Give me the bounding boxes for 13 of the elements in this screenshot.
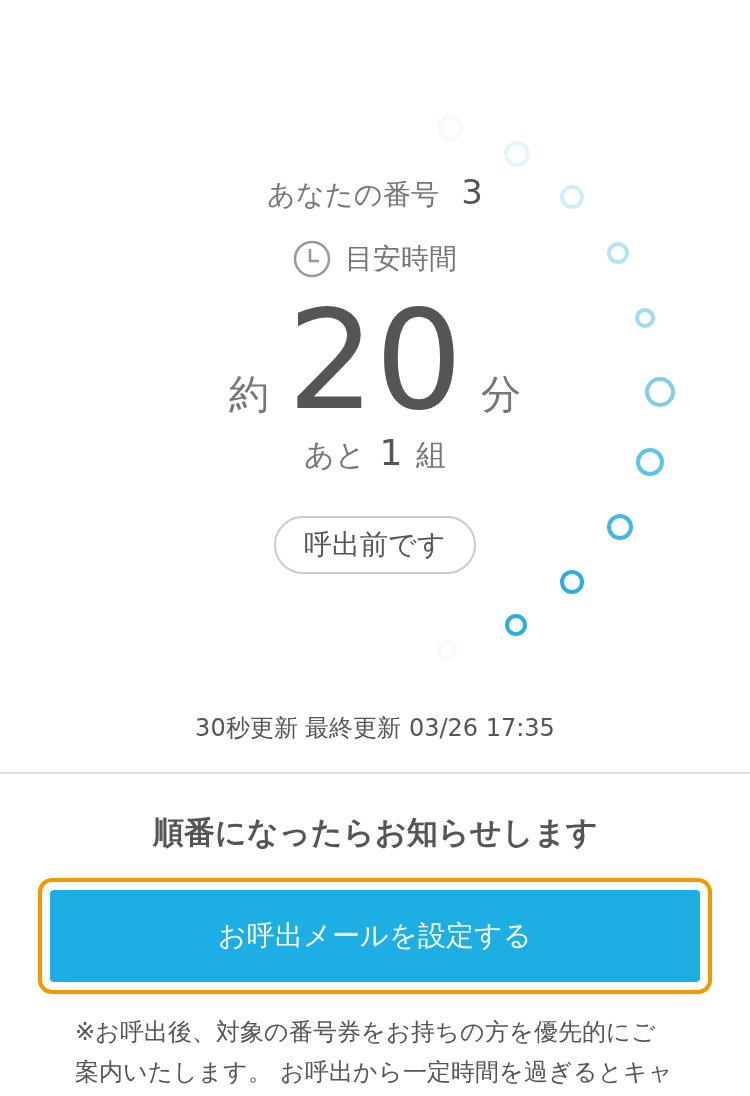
remaining-prefix: あと [303,436,366,474]
status-badge: 呼出前です [274,516,476,574]
clock-icon [293,240,331,278]
notify-heading: 順番になったらお知らせします [152,813,598,852]
notice-text: ※お呼出後、対象の番号券をお持ちの方を優先的にご 案内いたします。 お呼出から一定時間を過ぎるとキャ [75,1017,674,1088]
update-info: 30秒更新 最終更新 03/26 17:35 [195,713,555,744]
approx-prefix: 約 [229,370,270,419]
ticket-number: 3 [461,172,483,212]
estimate-label: 目安時間 [345,241,457,277]
set-mail-button[interactable]: お呼出メールを設定する [50,890,700,982]
minutes-unit: 分 [480,370,521,419]
groups-unit: 組 [416,436,447,474]
ticket-label: あなたの番号 [267,177,440,213]
